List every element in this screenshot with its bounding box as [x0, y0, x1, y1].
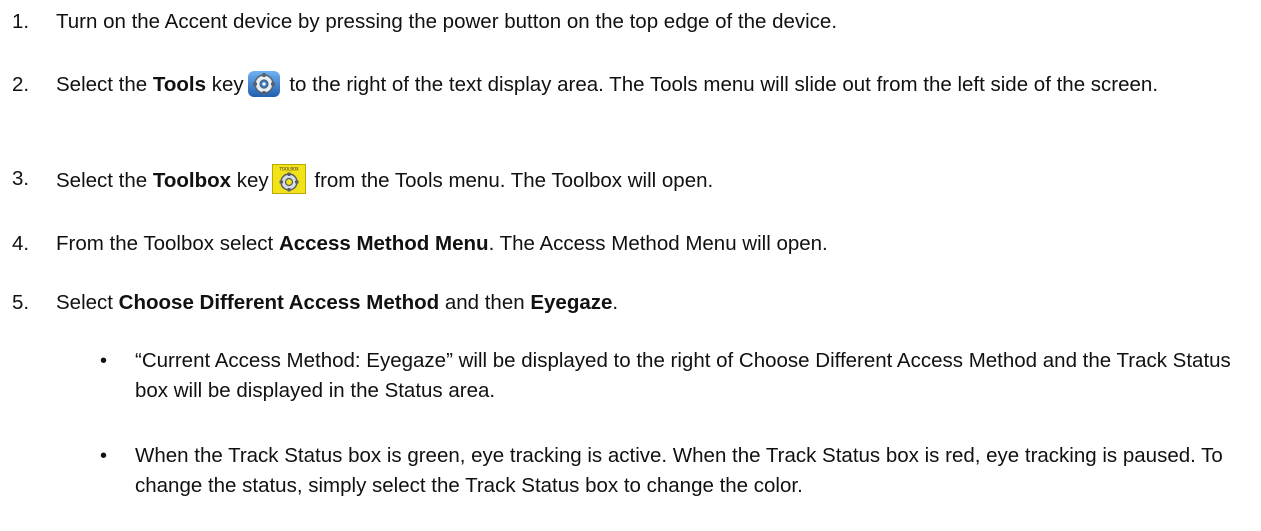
step-number: 1. [12, 10, 30, 33]
step-text: From the Toolbox select Access Method Me… [56, 229, 1246, 259]
step-number: 3. [12, 167, 30, 190]
tools-gear-icon [247, 70, 281, 107]
bullet-dot: • [100, 350, 108, 372]
eyegaze-label: Eyegaze [530, 291, 613, 314]
bullet-dot: • [100, 445, 108, 467]
step-text: Select the Toolbox key TOOLBOX from the … [56, 164, 1246, 203]
step-text-post: . [612, 291, 619, 314]
toolbox-key-label: Toolbox [152, 169, 232, 192]
step-text-post: . The Access Method Menu will open. [488, 232, 828, 255]
step-text-mid: and then [439, 291, 531, 314]
step-text-pre: From the Toolbox select [56, 232, 279, 255]
step-number: 2. [12, 73, 30, 96]
step-text-mid: key [231, 169, 269, 192]
step-text-mid: key [206, 73, 244, 96]
step-text-pre: Select the [56, 169, 153, 192]
tools-key-label: Tools [152, 73, 207, 96]
bullet-text: “Current Access Method: Eyegaze” will be… [135, 349, 1231, 402]
step-number: 4. [12, 232, 30, 255]
step-text: Turn on the Accent device by pressing th… [56, 10, 838, 33]
step-text-pre: Select [56, 291, 119, 314]
step-number: 5. [12, 291, 30, 314]
step-text-post: to the right of the text display area. T… [283, 73, 1159, 96]
choose-different-access-method-label: Choose Different Access Method [118, 291, 440, 314]
toolbox-icon-caption: TOOLBOX [278, 167, 299, 172]
step-text: Select the Tools key to the right of the… [56, 70, 1246, 107]
step-text-post: from the Tools menu. The Toolbox will op… [308, 169, 714, 192]
toolbox-key-icon: TOOLBOX [271, 164, 306, 203]
step-text-pre: Select the [56, 73, 153, 96]
step-text: Select Choose Different Access Method an… [56, 288, 1246, 318]
bullet-text: When the Track Status box is green, eye … [135, 444, 1223, 497]
access-method-menu-label: Access Method Menu [278, 232, 489, 255]
